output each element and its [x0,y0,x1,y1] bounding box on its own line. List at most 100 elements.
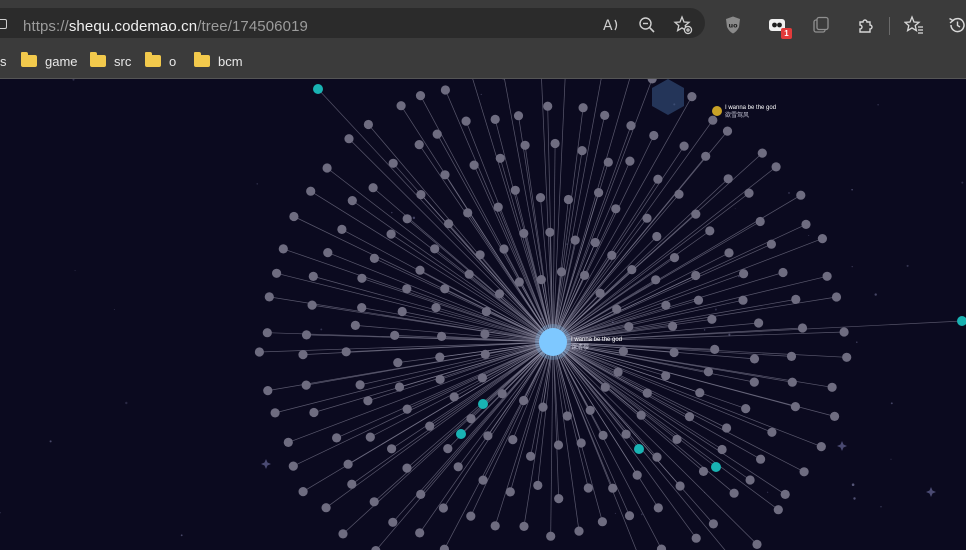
work-node[interactable] [519,395,529,406]
work-node[interactable] [576,438,586,448]
work-node[interactable] [514,277,524,287]
work-node[interactable] [710,344,720,354]
work-node[interactable] [480,329,490,339]
work-node[interactable] [816,442,826,452]
work-node[interactable] [495,153,505,163]
bookmark-o[interactable]: o [145,52,176,70]
work-node[interactable] [438,503,448,513]
work-node[interactable] [607,250,617,260]
work-node[interactable] [347,196,357,206]
work-node[interactable] [661,300,671,310]
highlight-node[interactable] [313,84,323,94]
work-node[interactable] [308,271,318,281]
work-node[interactable] [739,269,749,279]
work-node[interactable] [435,352,445,362]
work-node[interactable] [508,435,518,445]
work-node[interactable] [691,533,701,543]
work-node[interactable] [510,185,520,195]
work-node[interactable] [580,270,590,280]
work-node[interactable] [771,162,781,172]
zoom-out-icon[interactable] [636,14,658,36]
work-node[interactable] [672,434,682,444]
work-node[interactable] [749,354,760,364]
work-node[interactable] [402,463,412,473]
work-node[interactable] [369,253,379,263]
work-node[interactable] [355,380,365,390]
work-tree-canvas[interactable]: I wanna be the god 课清樱 I wanna be the go… [0,79,966,550]
work-node[interactable] [298,350,308,360]
work-node[interactable] [787,377,797,387]
work-node[interactable] [790,402,801,412]
work-node[interactable] [611,204,621,214]
work-node[interactable] [520,140,530,150]
work-node[interactable] [613,367,623,377]
work-node[interactable] [839,327,849,337]
work-node[interactable] [464,269,474,279]
work-node[interactable] [298,487,308,497]
highlight-node[interactable] [634,444,644,454]
work-node[interactable] [842,352,852,362]
work-node[interactable] [478,475,488,485]
work-node[interactable] [651,275,661,285]
work-node[interactable] [636,410,646,420]
bookmark-s[interactable]: s [0,52,7,70]
work-node[interactable] [723,174,733,184]
work-node[interactable] [705,226,715,236]
work-node[interactable] [437,331,447,341]
work-node[interactable] [624,322,634,332]
work-node[interactable] [344,134,354,144]
work-node[interactable] [799,467,809,477]
history-icon[interactable] [946,14,966,36]
work-node[interactable] [543,101,553,111]
work-node[interactable] [387,444,397,454]
highlight-node[interactable] [456,429,466,439]
work-node[interactable] [481,307,491,317]
work-node[interactable] [717,444,727,455]
work-node[interactable] [301,380,311,390]
work-node[interactable] [830,411,840,421]
work-node[interactable] [562,411,572,421]
work-node[interactable] [653,503,663,513]
work-node[interactable] [307,300,317,310]
work-node[interactable] [687,92,697,102]
work-node[interactable] [357,303,367,313]
work-node[interactable] [749,377,759,387]
work-node[interactable] [786,351,797,361]
work-node[interactable] [306,186,316,196]
work-node[interactable] [254,347,264,357]
work-node[interactable] [263,386,273,396]
work-node[interactable] [536,275,546,285]
work-node[interactable] [538,402,548,412]
work-node[interactable] [262,328,272,338]
work-node[interactable] [600,110,610,120]
work-node[interactable] [691,270,701,281]
ublock-icon[interactable]: uo [722,14,744,36]
work-node[interactable] [796,190,806,200]
work-node[interactable] [652,231,662,242]
work-node[interactable] [729,488,739,498]
gold-node[interactable] [712,106,722,116]
work-node[interactable] [289,211,299,222]
work-node[interactable] [578,103,588,113]
work-node[interactable] [505,487,515,497]
work-node[interactable] [669,347,679,358]
work-node[interactable] [767,427,777,437]
work-node[interactable] [642,388,652,398]
work-node[interactable] [817,234,828,244]
work-node[interactable] [440,284,450,294]
work-node[interactable] [778,267,788,278]
work-node[interactable] [278,244,288,254]
work-node[interactable] [402,404,412,414]
work-node[interactable] [402,214,412,224]
work-node[interactable] [661,371,671,381]
work-node[interactable] [493,202,503,212]
work-node[interactable] [766,239,777,249]
work-node[interactable] [594,188,604,198]
work-node[interactable] [264,292,274,302]
work-node[interactable] [693,295,704,305]
work-node[interactable] [497,389,507,399]
work-node[interactable] [675,481,685,491]
work-node[interactable] [556,267,567,277]
work-node[interactable] [595,288,605,298]
work-node[interactable] [338,529,348,539]
